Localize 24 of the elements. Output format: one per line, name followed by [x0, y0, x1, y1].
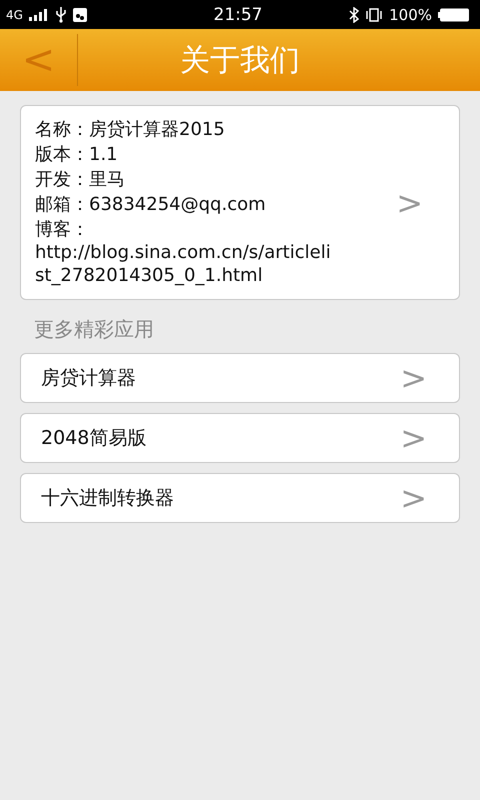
battery-percent: 100%	[389, 6, 432, 24]
info-line: 开发：里马	[35, 168, 126, 191]
app-list-item[interactable]: 房贷计算器 >	[20, 353, 460, 403]
chevron-icon: >	[400, 359, 427, 397]
app-list-item[interactable]: 2048简易版 >	[20, 413, 460, 463]
battery-icon	[438, 8, 470, 22]
bluetooth-icon	[349, 6, 360, 22]
page-title: 关于我们	[179, 42, 301, 80]
notification-icon	[72, 8, 87, 22]
clock-time: 21:57	[214, 4, 262, 24]
chevron-icon: >	[400, 479, 427, 517]
info-line: 博客：http://blog.sina.com.cn/s/articlelist_2782014305_0_1.html	[35, 218, 332, 287]
chevron-icon: >	[400, 419, 427, 457]
signal-icon	[28, 8, 49, 20]
info-line: 邮箱：63834254@qq.com	[35, 193, 267, 216]
usb-icon	[54, 6, 67, 22]
section-title: 更多精彩应用	[34, 316, 155, 343]
info-line: 版本：1.1	[35, 143, 119, 166]
chevron-icon: >	[396, 184, 423, 222]
app-list-item[interactable]: 十六进制转换器 >	[20, 473, 460, 523]
vibrate-icon	[365, 8, 384, 22]
info-card[interactable]: 名称：房贷计算器2015 版本：1.1 开发：里马 邮箱：63834254@qq.com 博客：http://blog.sina.com.cn/s/articlelist_2782014305_0_1.html >	[20, 105, 460, 300]
info-line: 名称：房贷计算器2015	[35, 118, 226, 141]
network-type: 4G	[6, 8, 23, 22]
